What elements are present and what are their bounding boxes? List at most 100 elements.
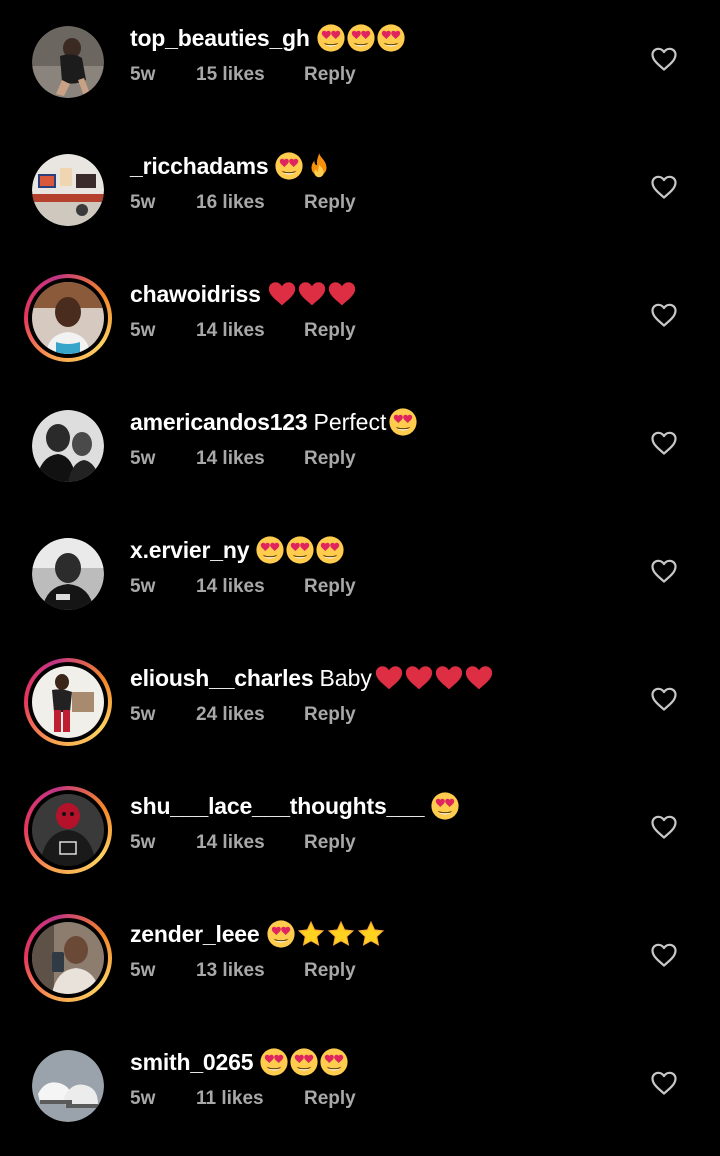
avatar-image [32,1050,104,1122]
reply-button[interactable]: Reply [304,316,356,346]
comment-emojis [259,1047,349,1077]
like-heart-icon[interactable] [650,173,678,201]
reply-button[interactable]: Reply [304,700,356,730]
comment-row: elioush__charles Baby 5w 24 likes Reply [0,640,720,768]
avatar-with-story-ring[interactable] [24,274,112,362]
avatar-image [32,410,104,482]
reply-button[interactable]: Reply [304,1084,356,1114]
avatar-frame [28,790,108,870]
comment-emojis [267,279,357,309]
avatar-with-story-ring[interactable] [24,786,112,874]
heart-eyes-icon [259,1047,289,1077]
star-icon [356,919,386,949]
avatar[interactable] [32,1050,104,1122]
reply-button[interactable]: Reply [304,444,356,474]
username[interactable]: x.ervier_ny [130,532,249,568]
heart-eyes-icon [319,1047,349,1077]
avatar-image [32,282,104,354]
avatar-frame [32,410,104,482]
timestamp: 5w [130,320,156,341]
like-heart-icon[interactable] [650,557,678,585]
heart-eyes-icon [316,23,346,53]
comment-emojis [316,23,406,53]
like-heart-icon[interactable] [650,301,678,329]
username[interactable]: elioush__charles [130,660,314,696]
avatar-frame [28,662,108,742]
comment-row: americandos123 Perfect 5w 14 likes Reply [0,384,720,512]
comment-meta: 5w 14 likes Reply [130,316,356,346]
likes-count[interactable]: 13 likes [196,956,304,986]
comment-row: x.ervier_ny 5w 14 likes Reply [0,512,720,640]
username[interactable]: smith_0265 [130,1044,254,1080]
username[interactable]: top_beauties_gh [130,20,310,56]
comment-text-line: zender_leee [130,916,386,952]
username[interactable]: _ricchadams [130,148,269,184]
avatar-image [32,26,104,98]
red-heart-icon [464,663,494,693]
avatar[interactable] [32,538,104,610]
star-icon [326,919,356,949]
fire-icon [304,151,334,181]
red-heart-icon [267,279,297,309]
heart-eyes-icon [255,535,285,565]
avatar-frame [28,918,108,998]
avatar-image [32,154,104,226]
comment-text-line: x.ervier_ny [130,532,345,568]
avatar-frame [32,154,104,226]
like-heart-icon[interactable] [650,685,678,713]
comment-text-line: chawoidriss [130,276,357,312]
comment-emojis [255,535,345,565]
like-heart-icon[interactable] [650,45,678,73]
like-heart-icon[interactable] [650,813,678,841]
likes-count[interactable]: 14 likes [196,572,304,602]
comment-text-line: americandos123 Perfect [130,404,418,440]
like-heart-icon[interactable] [650,941,678,969]
avatar[interactable] [32,26,104,98]
likes-count[interactable]: 11 likes [196,1084,304,1114]
likes-count[interactable]: 14 likes [196,828,304,858]
username[interactable]: americandos123 [130,404,308,440]
reply-button[interactable]: Reply [304,572,356,602]
likes-count[interactable]: 16 likes [196,188,304,218]
likes-count[interactable]: 15 likes [196,60,304,90]
comment-emojis [274,151,334,181]
timestamp: 5w [130,192,156,213]
timestamp: 5w [130,832,156,853]
reply-button[interactable]: Reply [304,956,356,986]
reply-button[interactable]: Reply [304,828,356,858]
avatar-image [32,794,104,866]
reply-button[interactable]: Reply [304,188,356,218]
heart-eyes-icon [285,535,315,565]
comments-list: top_beauties_gh 5w 15 likes Reply _ricchadam… [0,0,720,1156]
heart-eyes-icon [266,919,296,949]
avatar-with-story-ring[interactable] [24,914,112,1002]
heart-eyes-icon [430,791,460,821]
comment-meta: 5w 14 likes Reply [130,828,356,858]
heart-eyes-icon [346,23,376,53]
likes-count[interactable]: 14 likes [196,316,304,346]
username[interactable]: shu___lace___thoughts___ [130,788,425,824]
username[interactable]: chawoidriss [130,276,261,312]
avatar-image [32,922,104,994]
likes-count[interactable]: 24 likes [196,700,304,730]
comment-row: zender_leee 5w 13 likes Reply [0,896,720,1024]
reply-button[interactable]: Reply [304,60,356,90]
comment-row: shu___lace___thoughts___ 5w 14 likes Reply [0,768,720,896]
star-icon [296,919,326,949]
username[interactable]: zender_leee [130,916,260,952]
comment-emojis [430,791,460,821]
comment-meta: 5w 14 likes Reply [130,572,356,602]
comment-row: smith_0265 5w 11 likes Reply [0,1024,720,1152]
comment-emojis [266,919,386,949]
avatar[interactable] [32,410,104,482]
likes-count[interactable]: 14 likes [196,444,304,474]
comment-meta: 5w 11 likes Reply [130,1084,356,1114]
avatar[interactable] [32,154,104,226]
timestamp: 5w [130,960,156,981]
like-heart-icon[interactable] [650,1069,678,1097]
comment-text-line: shu___lace___thoughts___ [130,788,460,824]
avatar-with-story-ring[interactable] [24,658,112,746]
comment-emojis [374,663,494,693]
comment-meta: 5w 15 likes Reply [130,60,356,90]
like-heart-icon[interactable] [650,429,678,457]
